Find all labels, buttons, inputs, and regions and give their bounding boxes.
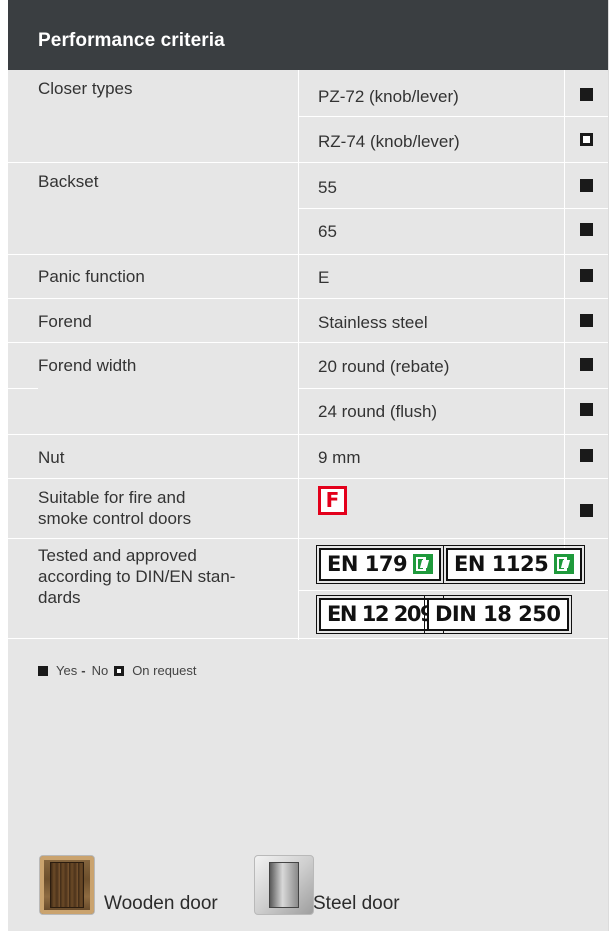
standard-badge-en12209: EN 12 209 xyxy=(315,595,445,634)
row-divider xyxy=(298,388,608,389)
forend-value: Stainless steel xyxy=(318,313,428,332)
yes-mark xyxy=(580,179,593,192)
on-request-mark xyxy=(580,133,593,146)
yes-legend-icon xyxy=(38,666,48,676)
closer-types-label: Closer types xyxy=(38,79,133,98)
yes-mark xyxy=(580,88,593,101)
yes-mark xyxy=(580,358,593,371)
tested-label: Tested and approved according to DIN/EN … xyxy=(38,545,235,608)
legend: Yes - No On request xyxy=(38,663,197,678)
closer-type-value: PZ-72 (knob/lever) xyxy=(318,87,459,106)
on-request-legend-icon xyxy=(114,666,125,676)
forend-width-value: 20 round (rebate) xyxy=(318,357,450,376)
page-title: Performance criteria xyxy=(38,30,225,51)
backset-label: Backset xyxy=(38,172,99,191)
badge-label: EN 12 209 xyxy=(327,602,435,626)
backset-value: 55 xyxy=(318,178,337,197)
tested-label-line: Tested and approved xyxy=(38,546,197,565)
row-divider xyxy=(8,434,608,435)
yes-mark xyxy=(580,504,593,517)
badge-label: EN 1125 xyxy=(454,552,549,576)
yes-mark xyxy=(580,449,593,462)
panel-header: Performance criteria xyxy=(8,0,608,70)
forend-width-value: 24 round (flush) xyxy=(318,402,438,421)
row-divider xyxy=(8,342,608,343)
badge-label: EN 179 xyxy=(327,552,408,576)
nut-value: 9 mm xyxy=(318,448,361,467)
emergency-exit-icon xyxy=(413,554,434,574)
legend-no: No xyxy=(91,663,109,678)
panic-function-label: Panic function xyxy=(38,267,145,286)
tested-label-line: dards xyxy=(38,588,81,607)
forend-width-label: Forend width xyxy=(38,356,137,375)
row-divider xyxy=(8,538,608,539)
legend-on-request: On request xyxy=(132,663,197,678)
forend-label: Forend xyxy=(38,312,92,331)
emergency-exit-icon xyxy=(554,554,575,574)
backset-value: 65 xyxy=(318,222,337,241)
wooden-door-label: Wooden door xyxy=(104,893,218,914)
row-divider xyxy=(298,590,608,591)
yes-mark xyxy=(580,223,593,236)
closer-type-value: RZ-74 (knob/lever) xyxy=(318,132,460,151)
legend-yes: Yes xyxy=(56,663,78,678)
column-divider-1 xyxy=(298,70,299,640)
nut-label: Nut xyxy=(38,448,65,467)
row-divider xyxy=(8,388,38,389)
row-divider xyxy=(298,208,608,209)
row-divider xyxy=(8,478,608,479)
yes-mark xyxy=(580,269,593,282)
steel-door-label: Steel door xyxy=(313,893,400,914)
fire-doors-label: Suitable for fire and smoke control door… xyxy=(38,487,191,529)
panic-function-value: E xyxy=(318,268,330,287)
no-legend-icon: - xyxy=(81,663,86,678)
yes-mark xyxy=(580,314,593,327)
standard-badge-din18250: DIN 18 250 xyxy=(424,595,572,634)
row-divider xyxy=(8,162,608,163)
badge-label: DIN 18 250 xyxy=(435,602,561,626)
row-divider xyxy=(298,116,608,117)
standard-badge-en1125: EN 1125 xyxy=(442,545,586,584)
wooden-door-icon xyxy=(39,855,95,915)
row-divider xyxy=(8,298,608,299)
fire-door-symbol-icon: F xyxy=(318,486,347,515)
fire-doors-label-line: Suitable for fire and xyxy=(38,488,186,507)
steel-door-icon xyxy=(254,855,314,915)
tested-label-line: according to DIN/EN stan- xyxy=(38,567,236,586)
row-divider xyxy=(8,254,608,255)
yes-mark xyxy=(580,403,593,416)
row-divider xyxy=(8,638,608,639)
fire-doors-label-line: smoke control doors xyxy=(38,509,192,528)
standard-badge-en179: EN 179 xyxy=(315,545,445,584)
performance-panel: Performance criteria Closer types PZ-72 … xyxy=(8,0,609,931)
